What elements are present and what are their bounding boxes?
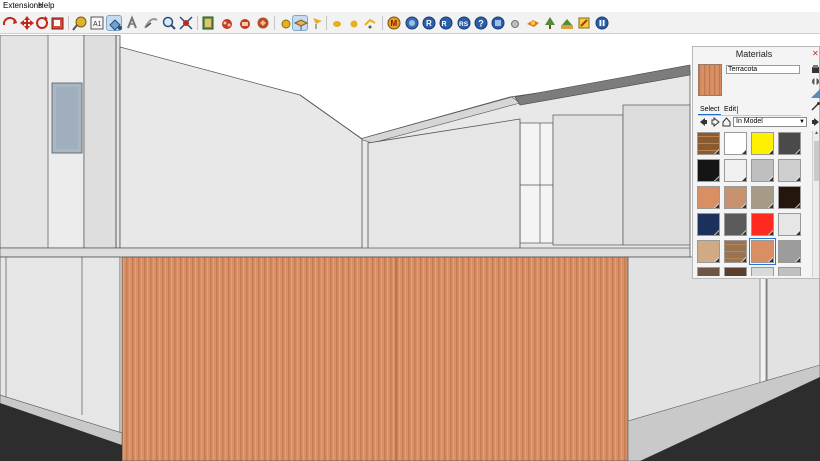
menu-help[interactable]: Help: [38, 1, 54, 10]
paint-tool-icon[interactable]: [576, 15, 592, 31]
material-nav: In Model ▼: [698, 116, 820, 128]
material-swatch[interactable]: [778, 132, 801, 155]
svg-text:RS: RS: [459, 21, 469, 28]
material-swatch[interactable]: [778, 267, 801, 276]
extension-warehouse-icon[interactable]: R: [421, 15, 437, 31]
back-icon[interactable]: [699, 117, 708, 127]
material-swatch[interactable]: [751, 132, 774, 155]
fire-icon[interactable]: [525, 15, 541, 31]
extension-icon[interactable]: [237, 15, 253, 31]
material-swatch-grid: [697, 132, 807, 276]
materials-panel-title: Materials: [735, 49, 773, 59]
dot-icon[interactable]: [346, 15, 362, 31]
material-swatch[interactable]: [724, 159, 747, 182]
details-arrow-icon[interactable]: [811, 117, 820, 127]
current-material-preview[interactable]: [698, 64, 722, 96]
material-swatch[interactable]: [697, 240, 720, 263]
orbit-icon[interactable]: [2, 15, 18, 31]
flag-icon[interactable]: [309, 15, 325, 31]
material-swatch[interactable]: [724, 240, 747, 263]
component-browser-icon[interactable]: [200, 15, 216, 31]
dot-small-icon[interactable]: [329, 15, 345, 31]
svg-text:A1: A1: [93, 21, 102, 28]
fog-icon[interactable]: [404, 15, 420, 31]
material-swatch[interactable]: [697, 267, 720, 276]
material-swatch[interactable]: [751, 159, 774, 182]
zoom-icon[interactable]: [143, 15, 159, 31]
material-swatch[interactable]: [697, 132, 720, 155]
tree-icon[interactable]: [542, 15, 558, 31]
bee-icon[interactable]: RS: [456, 15, 472, 31]
collection-select[interactable]: In Model ▼: [733, 117, 807, 127]
material-swatch[interactable]: [697, 159, 720, 182]
help-icon[interactable]: ?: [473, 15, 489, 31]
material-swatch[interactable]: [751, 186, 774, 209]
material-swatch[interactable]: [724, 132, 747, 155]
warehouse-icon[interactable]: [219, 15, 235, 31]
pause-icon[interactable]: [594, 15, 610, 31]
chart-tool-icon[interactable]: [559, 15, 575, 31]
tab-select[interactable]: Select: [698, 105, 722, 115]
walk-icon[interactable]: [124, 15, 140, 31]
material-swatch[interactable]: [751, 267, 774, 276]
material-swatch[interactable]: [724, 267, 747, 276]
gem-icon[interactable]: R: [438, 15, 454, 31]
model-info-icon[interactable]: M: [386, 15, 402, 31]
dot-tool-icon[interactable]: [507, 15, 523, 31]
svg-text:?: ?: [478, 19, 484, 29]
dimension-icon[interactable]: A1: [89, 15, 105, 31]
shadow-icon[interactable]: [255, 15, 271, 31]
arrow-tool-icon[interactable]: [178, 15, 194, 31]
terracotta-wall: [121, 256, 629, 461]
scale-icon[interactable]: [50, 15, 66, 31]
collection-select-value: In Model: [736, 118, 763, 125]
scrollbar-thumb[interactable]: [814, 141, 819, 181]
pan-icon[interactable]: [19, 15, 35, 31]
materials-panel: Materials ✕ Terracota Select Edit In Mod…: [692, 46, 820, 279]
chevron-down-icon: ▼: [799, 119, 805, 125]
home-icon[interactable]: [722, 117, 731, 127]
material-swatch[interactable]: [778, 240, 801, 263]
svg-text:R: R: [442, 21, 447, 28]
close-icon[interactable]: ✕: [812, 49, 819, 58]
menu-extensions[interactable]: Extensions: [3, 1, 42, 10]
sandbox-icon[interactable]: [292, 15, 309, 31]
material-swatch[interactable]: [749, 238, 776, 265]
svg-text:R: R: [426, 19, 432, 28]
svg-text:M: M: [391, 19, 398, 28]
material-swatch[interactable]: [724, 186, 747, 209]
palm-icon[interactable]: [490, 15, 506, 31]
tab-edit[interactable]: Edit: [722, 105, 738, 115]
display-secondary-icon[interactable]: [811, 65, 820, 74]
forward-icon[interactable]: [711, 116, 720, 128]
tape-measure-icon[interactable]: [72, 15, 88, 31]
material-swatch[interactable]: [697, 186, 720, 209]
rotate-icon[interactable]: [34, 15, 50, 31]
material-swatch[interactable]: [778, 159, 801, 182]
menu-bar: Extensions Help: [0, 0, 820, 12]
material-swatch[interactable]: [778, 213, 801, 236]
zoom-extents-icon[interactable]: [161, 15, 177, 31]
toolbar: A1 M R R RS ?: [0, 12, 820, 34]
sample-paint-icon[interactable]: [811, 102, 820, 111]
material-swatch[interactable]: [751, 213, 774, 236]
create-material-icon[interactable]: [811, 77, 820, 86]
default-material-icon[interactable]: [811, 89, 820, 98]
material-swatch[interactable]: [697, 213, 720, 236]
material-name-field[interactable]: Terracota: [726, 65, 800, 74]
material-scrollbar[interactable]: ▲: [812, 131, 819, 277]
layer-icon[interactable]: [362, 15, 378, 31]
paint-bucket-icon[interactable]: [106, 15, 122, 31]
material-swatch[interactable]: [724, 213, 747, 236]
material-swatch[interactable]: [778, 186, 801, 209]
